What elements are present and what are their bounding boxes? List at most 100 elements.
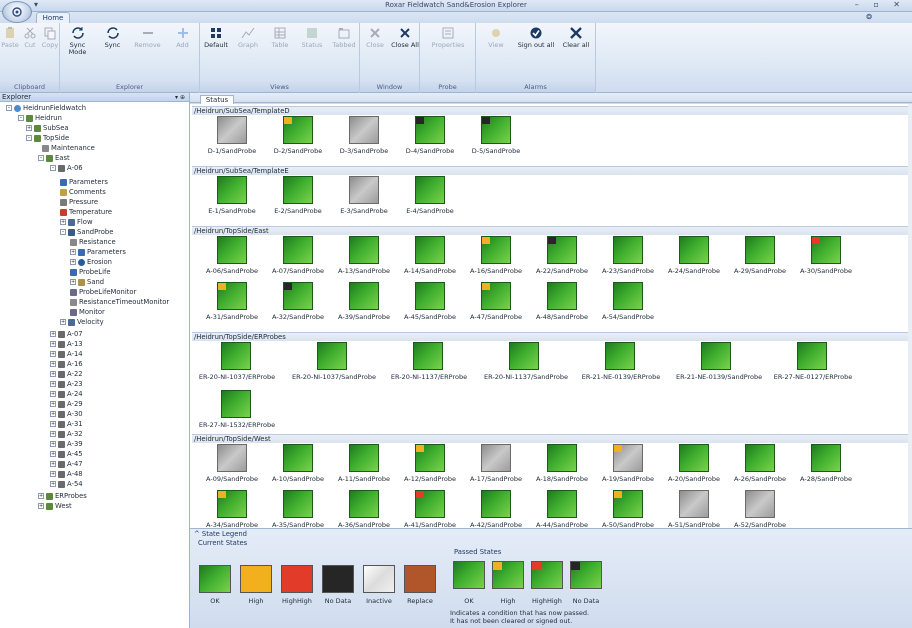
probe-tile[interactable]: A-23/SandProbe: [592, 236, 664, 276]
tree-item[interactable]: – SandProbe: [60, 227, 113, 237]
probe-tile[interactable]: A-44/SandProbe: [526, 490, 598, 530]
probe-tile[interactable]: D-3/SandProbe: [328, 116, 400, 156]
probe-tile[interactable]: A-35/SandProbe: [262, 490, 334, 530]
close-all-button[interactable]: Close All: [390, 26, 420, 49]
table-button[interactable]: Table: [264, 26, 296, 49]
tree-item[interactable]: + A-54: [50, 479, 83, 489]
tree-item[interactable]: + A-29: [50, 399, 83, 409]
expand-icon[interactable]: +: [50, 481, 56, 487]
tree-item[interactable]: – East: [38, 153, 70, 163]
tree-item[interactable]: Maintenance: [42, 143, 95, 153]
properties-button[interactable]: Properties: [420, 26, 476, 49]
cut-button[interactable]: Cut: [20, 26, 40, 49]
probe-tile[interactable]: D-4/SandProbe: [394, 116, 466, 156]
tree-item[interactable]: – HeidrunFieldwatch: [6, 103, 86, 113]
tree-item[interactable]: + A-14: [50, 349, 83, 359]
probe-tile[interactable]: D-1/SandProbe: [196, 116, 268, 156]
window-controls[interactable]: – ▫ ✕: [855, 0, 906, 9]
tree-item[interactable]: + A-47: [50, 459, 83, 469]
tree-item[interactable]: Pressure: [60, 197, 98, 207]
probe-tile[interactable]: A-41/SandProbe: [394, 490, 466, 530]
tree-item[interactable]: + A-48: [50, 469, 83, 479]
probe-tile[interactable]: A-50/SandProbe: [592, 490, 664, 530]
tree-item[interactable]: + West: [38, 501, 72, 511]
expand-icon[interactable]: +: [38, 503, 44, 509]
probe-tile[interactable]: A-10/SandProbe: [262, 444, 334, 484]
probe-tile[interactable]: ER-20-NI-1037/ERProbe: [196, 342, 278, 382]
expand-icon[interactable]: +: [50, 471, 56, 477]
expand-icon[interactable]: +: [50, 331, 56, 337]
tree-item[interactable]: + Flow: [60, 217, 93, 227]
probe-tile[interactable]: A-09/SandProbe: [196, 444, 268, 484]
tree-item[interactable]: + A-16: [50, 359, 83, 369]
probe-tile[interactable]: A-17/SandProbe: [460, 444, 532, 484]
probe-tile[interactable]: A-18/SandProbe: [526, 444, 598, 484]
probe-tile[interactable]: ER-20-NI-1137/SandProbe: [484, 342, 568, 382]
probe-tile[interactable]: A-12/SandProbe: [394, 444, 466, 484]
default-button[interactable]: Default: [200, 26, 232, 49]
probe-tile[interactable]: A-14/SandProbe: [394, 236, 466, 276]
expand-icon[interactable]: +: [50, 441, 56, 447]
collapse-icon[interactable]: –: [50, 165, 56, 171]
probe-tile[interactable]: A-42/SandProbe: [460, 490, 532, 530]
expand-icon[interactable]: +: [26, 125, 32, 131]
expand-icon[interactable]: +: [70, 259, 76, 265]
probe-tile[interactable]: A-22/SandProbe: [526, 236, 598, 276]
expand-icon[interactable]: +: [50, 371, 56, 377]
sync-button[interactable]: Sync: [95, 26, 130, 49]
view-button[interactable]: View: [476, 26, 516, 49]
probe-tile[interactable]: A-31/SandProbe: [196, 282, 268, 322]
add-button[interactable]: Add: [165, 26, 200, 49]
tree-item[interactable]: + A-22: [50, 369, 83, 379]
tab-home[interactable]: Home: [36, 12, 70, 23]
legend-header[interactable]: ^ State Legend: [194, 530, 247, 538]
probe-tile[interactable]: E-3/SandProbe: [328, 176, 400, 216]
expand-icon[interactable]: +: [50, 401, 56, 407]
probe-tile[interactable]: E-2/SandProbe: [262, 176, 334, 216]
probe-tile[interactable]: ER-21-NE-0139/ERProbe: [580, 342, 662, 382]
expand-icon[interactable]: +: [50, 341, 56, 347]
expand-icon[interactable]: +: [60, 319, 66, 325]
expand-icon[interactable]: +: [50, 431, 56, 437]
graph-button[interactable]: Graph: [232, 26, 264, 49]
probe-tile[interactable]: A-19/SandProbe: [592, 444, 664, 484]
tree-item[interactable]: – TopSide: [26, 133, 69, 143]
expand-icon[interactable]: +: [50, 461, 56, 467]
tree-item[interactable]: + A-13: [50, 339, 83, 349]
explorer-pin-icon[interactable]: ▾ ⊕: [175, 93, 185, 102]
collapse-icon[interactable]: –: [6, 105, 12, 111]
probe-tile[interactable]: A-20/SandProbe: [658, 444, 730, 484]
expand-icon[interactable]: +: [50, 391, 56, 397]
tree-item[interactable]: ResistanceTimeoutMonitor: [70, 297, 169, 307]
probe-tile[interactable]: A-54/SandProbe: [592, 282, 664, 322]
probe-tile[interactable]: A-48/SandProbe: [526, 282, 598, 322]
legend-collapse-icon[interactable]: ^: [194, 530, 200, 538]
probe-tile[interactable]: E-1/SandProbe: [196, 176, 268, 216]
probe-tile[interactable]: A-52/SandProbe: [724, 490, 796, 530]
tree-item[interactable]: + ERProbes: [38, 491, 87, 501]
probe-tile[interactable]: ER-20-NI-1037/SandProbe: [292, 342, 376, 382]
sign-out-all-button[interactable]: Sign out all: [516, 26, 556, 49]
tree-item[interactable]: + A-31: [50, 419, 83, 429]
probe-tile[interactable]: ER-20-NI-1137/ERProbe: [388, 342, 470, 382]
collapse-icon[interactable]: –: [38, 155, 44, 161]
probe-tile[interactable]: A-07/SandProbe: [262, 236, 334, 276]
probe-tile[interactable]: A-16/SandProbe: [460, 236, 532, 276]
tree-item[interactable]: + A-45: [50, 449, 83, 459]
tree-item[interactable]: Comments: [60, 187, 106, 197]
tree-item[interactable]: Resistance: [70, 237, 116, 247]
expand-icon[interactable]: +: [70, 279, 76, 285]
tree-item[interactable]: + Sand: [70, 277, 104, 287]
tree-item[interactable]: – Heidrun: [18, 113, 62, 123]
remove-button[interactable]: Remove: [130, 26, 165, 49]
probe-tile[interactable]: D-2/SandProbe: [262, 116, 334, 156]
vertical-scrollbar[interactable]: [908, 104, 912, 528]
tree-item[interactable]: + Parameters: [70, 247, 126, 257]
probe-tile[interactable]: ER-21-NE-0139/SandProbe: [676, 342, 762, 382]
expand-icon[interactable]: +: [50, 451, 56, 457]
probe-tile[interactable]: A-30/SandProbe: [790, 236, 862, 276]
probe-tile[interactable]: A-13/SandProbe: [328, 236, 400, 276]
tree-item[interactable]: + Velocity: [60, 317, 104, 327]
sync-mode-button[interactable]: Sync Mode: [60, 26, 95, 56]
tree-item[interactable]: + A-30: [50, 409, 83, 419]
